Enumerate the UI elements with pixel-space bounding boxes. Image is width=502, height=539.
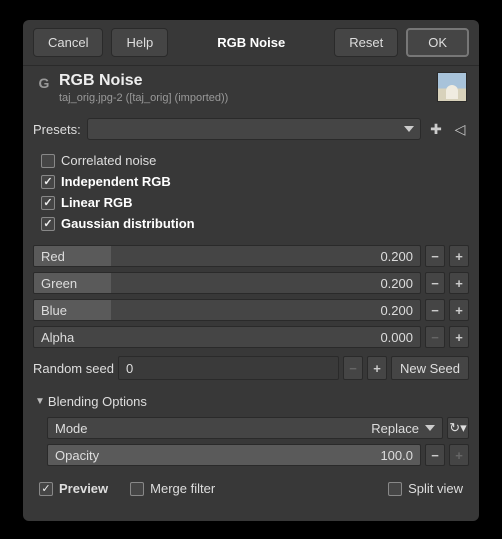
chevron-down-icon [425, 425, 435, 431]
correlated-noise-row[interactable]: Correlated noise [33, 150, 469, 171]
seed-minus-button[interactable]: − [343, 356, 363, 380]
blue-minus-button[interactable]: − [425, 299, 445, 321]
new-seed-button[interactable]: New Seed [391, 356, 469, 380]
independent-rgb-row[interactable]: Independent RGB [33, 171, 469, 192]
green-value: 0.200 [380, 276, 413, 291]
red-slider[interactable]: Red 0.200 [33, 245, 421, 267]
green-label: Green [41, 276, 77, 291]
blend-mode-label: Mode [55, 421, 371, 436]
linear-rgb-checkbox[interactable] [41, 196, 55, 210]
preview-checkbox[interactable] [39, 482, 53, 496]
preview-label: Preview [59, 481, 108, 496]
chevron-down-icon [404, 126, 414, 132]
seed-plus-button[interactable]: + [367, 356, 387, 380]
reset-button[interactable]: Reset [334, 28, 398, 57]
alpha-plus-button[interactable]: + [449, 326, 469, 348]
linear-rgb-label: Linear RGB [61, 195, 133, 210]
blend-mode-reset-button[interactable]: ↻▾ [447, 417, 469, 439]
presets-dropdown[interactable] [87, 118, 421, 140]
gaussian-dist-label: Gaussian distribution [61, 216, 195, 231]
random-seed-input[interactable]: 0 [118, 356, 339, 380]
image-thumbnail[interactable] [437, 72, 467, 102]
random-seed-label: Random seed [33, 361, 114, 376]
split-view-label: Split view [408, 481, 463, 496]
red-value: 0.200 [380, 249, 413, 264]
merge-filter-checkbox[interactable] [130, 482, 144, 496]
blend-mode-value: Replace [371, 421, 419, 436]
correlated-noise-label: Correlated noise [61, 153, 156, 168]
blue-plus-button[interactable]: + [449, 299, 469, 321]
correlated-noise-checkbox[interactable] [41, 154, 55, 168]
green-slider[interactable]: Green 0.200 [33, 272, 421, 294]
cancel-button[interactable]: Cancel [33, 28, 103, 57]
linear-rgb-row[interactable]: Linear RGB [33, 192, 469, 213]
green-plus-button[interactable]: + [449, 272, 469, 294]
opacity-value: 100.0 [380, 448, 413, 463]
red-label: Red [41, 249, 65, 264]
merge-filter-label: Merge filter [150, 481, 215, 496]
alpha-slider[interactable]: Alpha 0.000 [33, 326, 421, 348]
help-button[interactable]: Help [111, 28, 168, 57]
rgb-noise-dialog: Cancel Help RGB Noise Reset OK G RGB Noi… [23, 20, 479, 521]
blue-slider[interactable]: Blue 0.200 [33, 299, 421, 321]
independent-rgb-checkbox[interactable] [41, 175, 55, 189]
action-bar: Cancel Help RGB Noise Reset OK [23, 20, 479, 66]
dialog-title-bar: RGB Noise [217, 35, 285, 50]
red-plus-button[interactable]: + [449, 245, 469, 267]
add-preset-button[interactable]: ✚ [427, 120, 445, 138]
split-view-checkbox[interactable] [388, 482, 402, 496]
filter-title: RGB Noise [59, 72, 431, 90]
filter-subtitle: taj_orig.jpg-2 ([taj_orig] (imported)) [59, 92, 431, 104]
triangle-down-icon: ▼ [35, 396, 45, 407]
opacity-plus-button[interactable]: + [449, 444, 469, 466]
blending-options-label: Blending Options [48, 394, 147, 409]
gaussian-dist-row[interactable]: Gaussian distribution [33, 213, 469, 234]
blending-options-expander[interactable]: ▼ Blending Options [33, 388, 469, 413]
alpha-minus-button[interactable]: − [425, 326, 445, 348]
opacity-slider[interactable]: Opacity 100.0 [47, 444, 421, 466]
ok-button[interactable]: OK [406, 28, 469, 57]
alpha-label: Alpha [41, 330, 74, 345]
presets-label: Presets: [33, 122, 81, 137]
opacity-label: Opacity [55, 448, 99, 463]
independent-rgb-label: Independent RGB [61, 174, 171, 189]
opacity-minus-button[interactable]: − [425, 444, 445, 466]
blue-value: 0.200 [380, 303, 413, 318]
red-minus-button[interactable]: − [425, 245, 445, 267]
alpha-value: 0.000 [380, 330, 413, 345]
blue-label: Blue [41, 303, 67, 318]
blend-mode-dropdown[interactable]: Mode Replace [47, 417, 443, 439]
gimp-icon: G [35, 74, 53, 92]
header-area: G RGB Noise taj_orig.jpg-2 ([taj_orig] (… [23, 66, 479, 114]
gaussian-dist-checkbox[interactable] [41, 217, 55, 231]
green-minus-button[interactable]: − [425, 272, 445, 294]
manage-preset-button[interactable]: ◁ [451, 120, 469, 138]
